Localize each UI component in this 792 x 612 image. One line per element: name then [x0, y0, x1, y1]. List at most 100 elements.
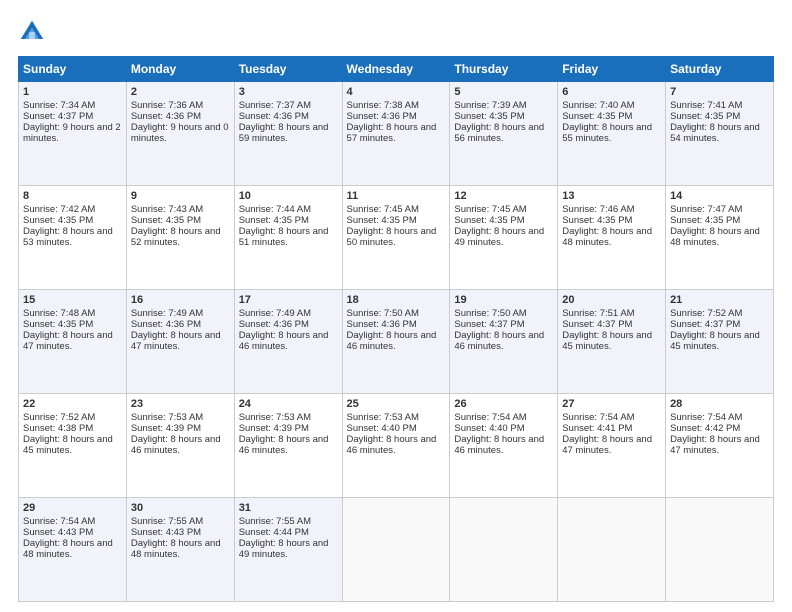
calendar-day-27: 27 Sunrise: 7:54 AM Sunset: 4:41 PM Dayl… — [558, 394, 666, 498]
sunset-time: Sunset: 4:43 PM — [23, 527, 93, 538]
sunrise-time: Sunrise: 7:48 AM — [23, 308, 95, 319]
daylight-hours: Daylight: 8 hours and 46 minutes. — [347, 330, 437, 352]
sunrise-time: Sunrise: 7:46 AM — [562, 204, 634, 215]
sunset-time: Sunset: 4:36 PM — [347, 319, 417, 330]
sunset-time: Sunset: 4:36 PM — [131, 111, 201, 122]
sunrise-time: Sunrise: 7:44 AM — [239, 204, 311, 215]
calendar-day-17: 17 Sunrise: 7:49 AM Sunset: 4:36 PM Dayl… — [234, 290, 342, 394]
calendar-week-4: 22 Sunrise: 7:52 AM Sunset: 4:38 PM Dayl… — [19, 394, 774, 498]
day-number: 3 — [239, 86, 338, 98]
calendar-day-26: 26 Sunrise: 7:54 AM Sunset: 4:40 PM Dayl… — [450, 394, 558, 498]
sunrise-time: Sunrise: 7:34 AM — [23, 100, 95, 111]
sunrise-time: Sunrise: 7:41 AM — [670, 100, 742, 111]
sunrise-time: Sunrise: 7:55 AM — [131, 516, 203, 527]
daylight-hours: Daylight: 9 hours and 2 minutes. — [23, 122, 121, 144]
sunset-time: Sunset: 4:35 PM — [131, 215, 201, 226]
sunrise-time: Sunrise: 7:45 AM — [454, 204, 526, 215]
sunset-time: Sunset: 4:42 PM — [670, 423, 740, 434]
sunrise-time: Sunrise: 7:52 AM — [670, 308, 742, 319]
calendar-week-5: 29 Sunrise: 7:54 AM Sunset: 4:43 PM Dayl… — [19, 498, 774, 602]
calendar-day-21: 21 Sunrise: 7:52 AM Sunset: 4:37 PM Dayl… — [666, 290, 774, 394]
day-number: 28 — [670, 398, 769, 410]
sunrise-time: Sunrise: 7:39 AM — [454, 100, 526, 111]
day-header-thursday: Thursday — [450, 57, 558, 82]
daylight-hours: Daylight: 9 hours and 0 minutes. — [131, 122, 229, 144]
sunrise-time: Sunrise: 7:49 AM — [131, 308, 203, 319]
daylight-hours: Daylight: 8 hours and 59 minutes. — [239, 122, 329, 144]
sunrise-time: Sunrise: 7:49 AM — [239, 308, 311, 319]
calendar-day-24: 24 Sunrise: 7:53 AM Sunset: 4:39 PM Dayl… — [234, 394, 342, 498]
day-number: 8 — [23, 190, 122, 202]
day-number: 11 — [347, 190, 446, 202]
sunset-time: Sunset: 4:37 PM — [23, 111, 93, 122]
day-header-monday: Monday — [126, 57, 234, 82]
calendar-day-12: 12 Sunrise: 7:45 AM Sunset: 4:35 PM Dayl… — [450, 186, 558, 290]
sunset-time: Sunset: 4:39 PM — [131, 423, 201, 434]
sunset-time: Sunset: 4:35 PM — [562, 215, 632, 226]
calendar-day-7: 7 Sunrise: 7:41 AM Sunset: 4:35 PM Dayli… — [666, 82, 774, 186]
calendar-day-29: 29 Sunrise: 7:54 AM Sunset: 4:43 PM Dayl… — [19, 498, 127, 602]
daylight-hours: Daylight: 8 hours and 46 minutes. — [347, 434, 437, 456]
daylight-hours: Daylight: 8 hours and 46 minutes. — [239, 330, 329, 352]
day-number: 30 — [131, 502, 230, 514]
page: SundayMondayTuesdayWednesdayThursdayFrid… — [0, 0, 792, 612]
calendar-week-2: 8 Sunrise: 7:42 AM Sunset: 4:35 PM Dayli… — [19, 186, 774, 290]
daylight-hours: Daylight: 8 hours and 51 minutes. — [239, 226, 329, 248]
calendar-day-2: 2 Sunrise: 7:36 AM Sunset: 4:36 PM Dayli… — [126, 82, 234, 186]
sunset-time: Sunset: 4:35 PM — [670, 215, 740, 226]
day-number: 7 — [670, 86, 769, 98]
sunrise-time: Sunrise: 7:53 AM — [347, 412, 419, 423]
daylight-hours: Daylight: 8 hours and 49 minutes. — [454, 226, 544, 248]
day-number: 17 — [239, 294, 338, 306]
sunrise-time: Sunrise: 7:54 AM — [454, 412, 526, 423]
day-number: 14 — [670, 190, 769, 202]
day-number: 25 — [347, 398, 446, 410]
day-header-saturday: Saturday — [666, 57, 774, 82]
calendar-day-10: 10 Sunrise: 7:44 AM Sunset: 4:35 PM Dayl… — [234, 186, 342, 290]
day-number: 9 — [131, 190, 230, 202]
sunrise-time: Sunrise: 7:54 AM — [562, 412, 634, 423]
calendar-day-30: 30 Sunrise: 7:55 AM Sunset: 4:43 PM Dayl… — [126, 498, 234, 602]
sunrise-time: Sunrise: 7:54 AM — [23, 516, 95, 527]
day-number: 4 — [347, 86, 446, 98]
sunrise-time: Sunrise: 7:42 AM — [23, 204, 95, 215]
daylight-hours: Daylight: 8 hours and 46 minutes. — [454, 434, 544, 456]
day-header-sunday: Sunday — [19, 57, 127, 82]
sunrise-time: Sunrise: 7:47 AM — [670, 204, 742, 215]
calendar-week-1: 1 Sunrise: 7:34 AM Sunset: 4:37 PM Dayli… — [19, 82, 774, 186]
day-number: 24 — [239, 398, 338, 410]
calendar-day-8: 8 Sunrise: 7:42 AM Sunset: 4:35 PM Dayli… — [19, 186, 127, 290]
sunset-time: Sunset: 4:40 PM — [347, 423, 417, 434]
daylight-hours: Daylight: 8 hours and 49 minutes. — [239, 538, 329, 560]
sunset-time: Sunset: 4:38 PM — [23, 423, 93, 434]
sunrise-time: Sunrise: 7:43 AM — [131, 204, 203, 215]
day-number: 12 — [454, 190, 553, 202]
sunrise-time: Sunrise: 7:53 AM — [239, 412, 311, 423]
sunset-time: Sunset: 4:35 PM — [23, 215, 93, 226]
day-number: 26 — [454, 398, 553, 410]
daylight-hours: Daylight: 8 hours and 53 minutes. — [23, 226, 113, 248]
sunset-time: Sunset: 4:37 PM — [454, 319, 524, 330]
empty-cell — [450, 498, 558, 602]
sunset-time: Sunset: 4:35 PM — [239, 215, 309, 226]
day-number: 27 — [562, 398, 661, 410]
sunset-time: Sunset: 4:39 PM — [239, 423, 309, 434]
sunset-time: Sunset: 4:35 PM — [454, 215, 524, 226]
calendar-header-row: SundayMondayTuesdayWednesdayThursdayFrid… — [19, 57, 774, 82]
sunset-time: Sunset: 4:35 PM — [562, 111, 632, 122]
sunrise-time: Sunrise: 7:52 AM — [23, 412, 95, 423]
sunset-time: Sunset: 4:44 PM — [239, 527, 309, 538]
daylight-hours: Daylight: 8 hours and 50 minutes. — [347, 226, 437, 248]
sunset-time: Sunset: 4:36 PM — [239, 319, 309, 330]
daylight-hours: Daylight: 8 hours and 54 minutes. — [670, 122, 760, 144]
sunset-time: Sunset: 4:43 PM — [131, 527, 201, 538]
sunset-time: Sunset: 4:36 PM — [347, 111, 417, 122]
daylight-hours: Daylight: 8 hours and 48 minutes. — [23, 538, 113, 560]
sunrise-time: Sunrise: 7:36 AM — [131, 100, 203, 111]
day-number: 5 — [454, 86, 553, 98]
sunrise-time: Sunrise: 7:40 AM — [562, 100, 634, 111]
calendar-day-14: 14 Sunrise: 7:47 AM Sunset: 4:35 PM Dayl… — [666, 186, 774, 290]
sunset-time: Sunset: 4:40 PM — [454, 423, 524, 434]
sunrise-time: Sunrise: 7:50 AM — [454, 308, 526, 319]
day-number: 1 — [23, 86, 122, 98]
